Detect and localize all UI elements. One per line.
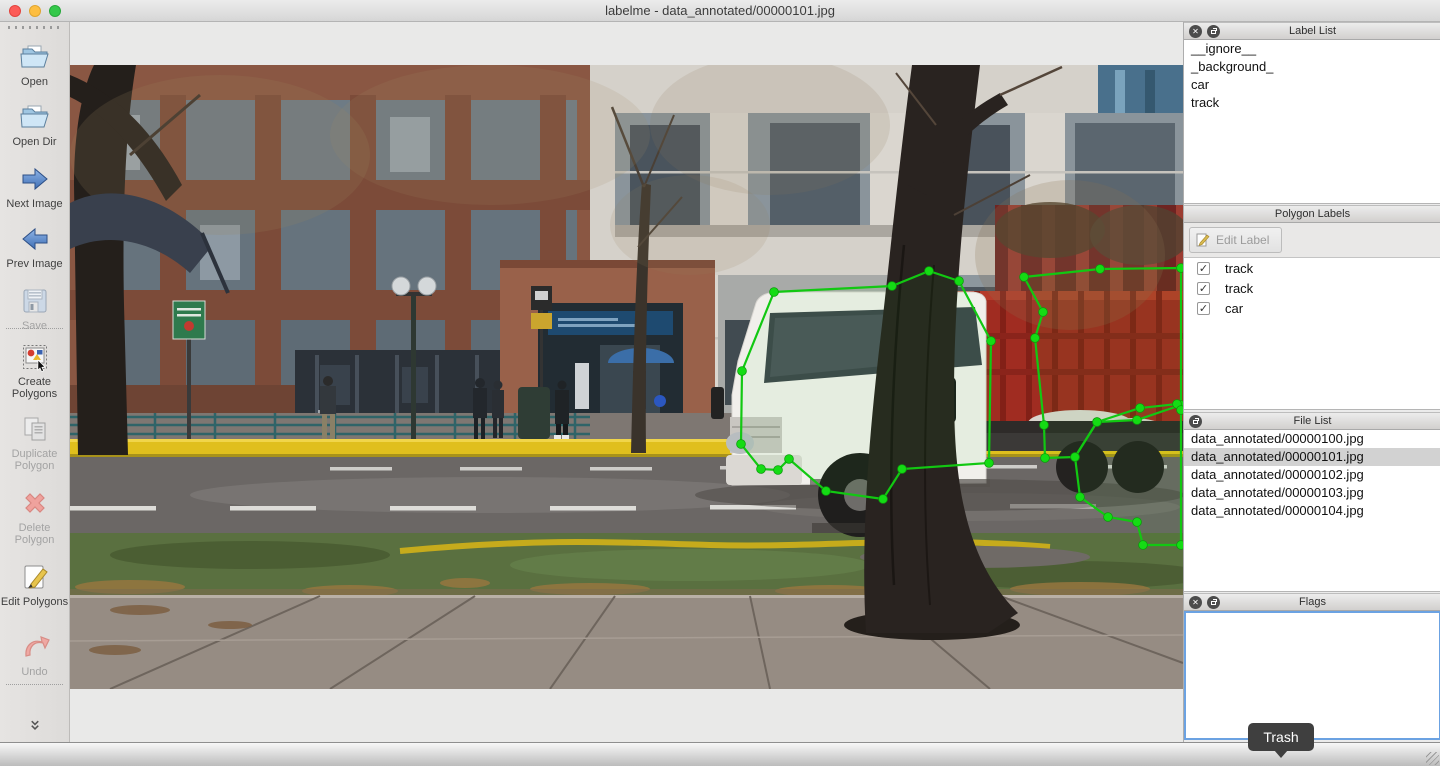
file-list-panel: File List data_annotated/00000100.jpg da… <box>1184 412 1440 592</box>
polygon-row[interactable]: ✓ car <box>1184 298 1440 318</box>
zoom-window-button[interactable] <box>49 5 61 17</box>
chevrons-down-icon <box>18 716 52 738</box>
file-list: data_annotated/00000100.jpg data_annotat… <box>1184 430 1440 592</box>
open-dir-button[interactable]: Open Dir <box>0 100 69 148</box>
titlebar: labelme - data_annotated/00000101.jpg <box>0 0 1440 22</box>
toolbar-separator <box>6 684 63 685</box>
list-item[interactable]: _background_ <box>1184 58 1440 76</box>
edit-label-text: Edit Label <box>1216 233 1269 247</box>
flags-panel: ✕ Flags <box>1184 593 1440 740</box>
polygon-label: track <box>1225 261 1253 276</box>
duplicate-icon <box>18 412 52 446</box>
labelme-window: labelme - data_annotated/00000101.jpg Op… <box>0 0 1440 766</box>
save-button[interactable]: Save <box>0 284 69 332</box>
float-icon[interactable] <box>1189 415 1202 428</box>
duplicate-polygon-label: Duplicate Polygon <box>0 448 69 472</box>
grass-median <box>70 533 1183 597</box>
close-icon[interactable]: ✕ <box>1189 596 1202 609</box>
list-item[interactable]: car <box>1184 76 1440 94</box>
flags-title: Flags <box>1299 596 1326 608</box>
checkbox-checked-icon[interactable]: ✓ <box>1197 262 1210 275</box>
label-list-panel: ✕ Label List __ignore__ _background_ car… <box>1184 22 1440 204</box>
polygon-labels-toolbar: Edit Label <box>1184 223 1440 258</box>
flags-list[interactable] <box>1184 611 1440 740</box>
save-label: Save <box>0 320 69 332</box>
toolbar-drag-handle[interactable] <box>8 26 61 29</box>
trash-bin <box>518 387 550 439</box>
annotated-image[interactable]: 21 POINT <box>70 65 1183 689</box>
open-folder-icon <box>18 40 52 74</box>
edit-label-button[interactable]: Edit Label <box>1189 227 1282 253</box>
file-item[interactable]: data_annotated/00000104.jpg <box>1184 502 1440 520</box>
trash-tooltip-label: Trash <box>1263 729 1298 745</box>
undo-button[interactable]: Undo <box>0 630 69 678</box>
annotation-polygon-track-1[interactable] <box>741 271 991 499</box>
next-image-button[interactable]: Next Image <box>0 162 69 210</box>
label-list: __ignore__ _background_ car track <box>1184 40 1440 204</box>
label-list-title: Label List <box>1289 25 1336 37</box>
file-list-titlebar[interactable]: File List <box>1184 412 1440 430</box>
polygon-labels-titlebar[interactable]: Polygon Labels <box>1184 205 1440 223</box>
arrow-left-icon <box>18 222 52 256</box>
resize-grip[interactable] <box>1426 752 1439 765</box>
open-dir-folder-icon <box>18 100 52 134</box>
edit-polygons-label: Edit Polygons <box>0 596 69 608</box>
float-icon[interactable] <box>1207 596 1220 609</box>
arrow-right-icon <box>18 162 52 196</box>
prev-image-button[interactable]: Prev Image <box>0 222 69 270</box>
foreground-sidewalk <box>70 595 1183 689</box>
floppy-disk-icon <box>18 284 52 318</box>
create-polygons-label: Create Polygons <box>0 376 69 400</box>
close-icon[interactable]: ✕ <box>1189 25 1202 38</box>
minimize-window-button[interactable] <box>29 5 41 17</box>
file-item[interactable]: data_annotated/00000102.jpg <box>1184 466 1440 484</box>
file-item[interactable]: data_annotated/00000100.jpg <box>1184 430 1440 448</box>
polygon-labels-title: Polygon Labels <box>1275 208 1350 220</box>
toolbar: Open Open Dir Next Image <box>0 22 70 742</box>
duplicate-polygon-button[interactable]: Duplicate Polygon <box>0 412 69 472</box>
polygon-label-list: ✓ track ✓ track ✓ car <box>1184 258 1440 410</box>
edit-pencil-icon <box>18 560 52 594</box>
next-image-label: Next Image <box>0 198 69 210</box>
polygon-label: car <box>1225 301 1243 316</box>
image-canvas[interactable]: 21 POINT <box>70 22 1183 742</box>
delete-cross-icon <box>18 486 52 520</box>
toolbar-overflow-button[interactable] <box>0 716 69 740</box>
checkbox-checked-icon[interactable]: ✓ <box>1197 282 1210 295</box>
undo-arrow-icon <box>18 630 52 664</box>
edit-polygons-button[interactable]: Edit Polygons <box>0 560 69 608</box>
create-polygons-button[interactable]: Create Polygons <box>0 340 69 400</box>
prev-image-label: Prev Image <box>0 258 69 270</box>
statusbar <box>0 742 1440 766</box>
open-dir-label: Open Dir <box>0 136 69 148</box>
undo-label: Undo <box>0 666 69 678</box>
close-window-button[interactable] <box>9 5 21 17</box>
file-list-title: File List <box>1294 415 1332 427</box>
create-polygons-icon <box>18 340 52 374</box>
polygon-labels-panel: Polygon Labels Edit Label ✓ track <box>1184 205 1440 410</box>
polygon-row[interactable]: ✓ track <box>1184 278 1440 298</box>
toolbar-separator <box>6 328 63 329</box>
traffic-lights <box>9 5 61 17</box>
open-label: Open <box>0 76 69 88</box>
list-item[interactable]: track <box>1184 94 1440 112</box>
float-icon[interactable] <box>1207 25 1220 38</box>
dock-panels: ✕ Label List __ignore__ _background_ car… <box>1183 22 1440 742</box>
trash-tooltip: Trash <box>1248 723 1314 751</box>
window-title: labelme - data_annotated/00000101.jpg <box>605 3 835 18</box>
file-item[interactable]: data_annotated/00000103.jpg <box>1184 484 1440 502</box>
polygon-label: track <box>1225 281 1253 296</box>
open-button[interactable]: Open <box>0 40 69 88</box>
label-list-titlebar[interactable]: ✕ Label List <box>1184 22 1440 40</box>
checkbox-checked-icon[interactable]: ✓ <box>1197 302 1210 315</box>
flags-titlebar[interactable]: ✕ Flags <box>1184 593 1440 611</box>
delete-polygon-button[interactable]: Delete Polygon <box>0 486 69 546</box>
file-item-selected[interactable]: data_annotated/00000101.jpg <box>1184 448 1440 466</box>
edit-pencil-icon <box>1196 233 1210 247</box>
list-item[interactable]: __ignore__ <box>1184 40 1440 58</box>
delete-polygon-label: Delete Polygon <box>0 522 69 546</box>
polygon-row[interactable]: ✓ track <box>1184 258 1440 278</box>
